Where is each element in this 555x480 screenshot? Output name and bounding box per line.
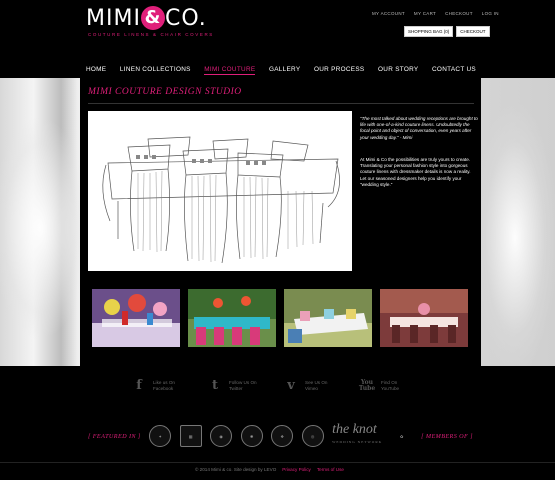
vimeo-icon: v (287, 378, 295, 393)
nav-contact-us[interactable]: CONTACT US (432, 66, 476, 75)
copyright-text: © 2014 Mimi & co. Site design by LEVO (195, 467, 277, 472)
social-youtube-text: Find On YouTube (381, 380, 399, 392)
site-header: MIMI & CO. COUTURE LINENS & CHAIR COVERS M… (0, 0, 555, 78)
the-knot-name: the knot (332, 422, 377, 437)
publication-badge-3-icon[interactable]: ◉ (210, 425, 233, 447)
site-footer: © 2014 Mimi & co. Site design by LEVO Pr… (195, 467, 344, 472)
logo-wordmark: MIMI & CO. (86, 6, 214, 31)
logo-co: CO. (164, 6, 207, 31)
social-twitter[interactable]: t Follow Us On Twitter (206, 378, 268, 393)
gallery-thumbnails (92, 289, 468, 347)
gallery-thumb-1[interactable] (92, 289, 180, 347)
publication-badge-1-icon[interactable]: ✦ (149, 425, 172, 447)
social-links: f Like us On Facebook t Follow Us On Twitt… (130, 378, 420, 393)
title-divider (88, 103, 474, 104)
social-vimeo-line2: Vimeo (305, 385, 318, 391)
social-twitter-text: Follow Us On Twitter (229, 380, 257, 392)
publication-badge-4-icon[interactable]: ✺ (240, 425, 263, 447)
my-cart-link[interactable]: MY CART (414, 11, 436, 16)
gallery-thumb-4[interactable] (380, 289, 468, 347)
social-facebook-line2: Facebook (153, 385, 174, 391)
youtube-icon: You Tube (358, 378, 376, 392)
shopping-bag-button[interactable]: SHOPPING BAG (0) (404, 26, 454, 37)
utility-links: MY ACCOUNT MY CART CHECKOUT LOG IN (372, 11, 499, 16)
social-vimeo[interactable]: v See Us On Vimeo (282, 378, 344, 393)
social-twitter-line2: Twitter (229, 385, 243, 391)
featured-in-label: [ FEATURED IN ] (88, 432, 141, 440)
the-knot-sub: WEDDING NETWORK (332, 440, 383, 444)
publication-badge-6-icon[interactable]: ◎ (301, 425, 324, 447)
members-of-label: [ MEMBERS OF ] (421, 432, 473, 440)
nav-our-story[interactable]: OUR STORY (378, 66, 418, 75)
publication-badge-5-icon[interactable]: ❖ (271, 425, 294, 447)
nav-gallery[interactable]: GALLERY (269, 66, 300, 75)
my-account-link[interactable]: MY ACCOUNT (372, 11, 405, 16)
nav-home[interactable]: HOME (86, 66, 106, 75)
page-title: MIMI COUTURE DESIGN STUDIO (88, 87, 242, 97)
member-badge-icon[interactable]: ✿ (391, 425, 413, 447)
gallery-thumb-2[interactable] (188, 289, 276, 347)
social-vimeo-text: See Us On Vimeo (305, 380, 327, 392)
checkout-button[interactable]: CHECKOUT (456, 26, 490, 37)
nav-our-process[interactable]: OUR PROCESS (314, 66, 365, 75)
the-knot-logo[interactable]: the knot WEDDING NETWORK (332, 422, 383, 448)
login-link[interactable]: LOG IN (482, 11, 499, 16)
social-youtube-line1: Find On (381, 379, 398, 385)
social-twitter-line1: Follow Us On (229, 379, 257, 385)
privacy-policy-link[interactable]: Privacy Policy (282, 467, 311, 472)
main-content: MIMI COUTURE DESIGN STUDIO "The most tal… (80, 78, 481, 366)
footer-divider (0, 462, 555, 463)
mimi-quote: "The most talked about wedding reception… (360, 116, 478, 140)
checkout-link[interactable]: CHECKOUT (445, 11, 473, 16)
sketch-drawing (102, 136, 340, 264)
logo-ampersand-icon: & (140, 6, 165, 30)
nav-mimi-couture[interactable]: MIMI COUTURE (204, 66, 256, 75)
gallery-thumb-3[interactable] (284, 289, 372, 347)
social-vimeo-line1: See Us On (305, 379, 328, 385)
twitter-icon: t (211, 378, 218, 393)
social-youtube[interactable]: You Tube Find On YouTube (358, 378, 420, 393)
facebook-icon: f (136, 378, 142, 393)
publication-badge-2-icon[interactable]: ▦ (179, 425, 202, 447)
nav-linen-collections[interactable]: LINEN COLLECTIONS (120, 66, 191, 75)
featured-members-row: [ FEATURED IN ] ✦ ▦ ◉ ✺ ❖ ◎ the knot WEDD… (88, 422, 473, 450)
social-youtube-line2: YouTube (381, 385, 400, 391)
social-facebook-text: Like us On Facebook (153, 380, 175, 392)
social-facebook-line1: Like us On (153, 379, 175, 385)
logo-tagline: COUTURE LINENS & CHAIR COVERS (88, 32, 214, 37)
logo-mimi: MIMI (86, 6, 141, 31)
logo[interactable]: MIMI & CO. COUTURE LINENS & CHAIR COVERS (86, 6, 214, 37)
studio-description: At Mimi & Co the possibilities are truly… (360, 157, 471, 187)
social-facebook[interactable]: f Like us On Facebook (130, 378, 192, 393)
main-nav: HOME LINEN COLLECTIONS MIMI COUTURE GALL… (86, 66, 476, 75)
terms-of-use-link[interactable]: Terms of Use (317, 467, 344, 472)
cart-buttons: SHOPPING BAG (0) CHECKOUT (404, 26, 490, 37)
chair-sketch-image (88, 111, 352, 271)
